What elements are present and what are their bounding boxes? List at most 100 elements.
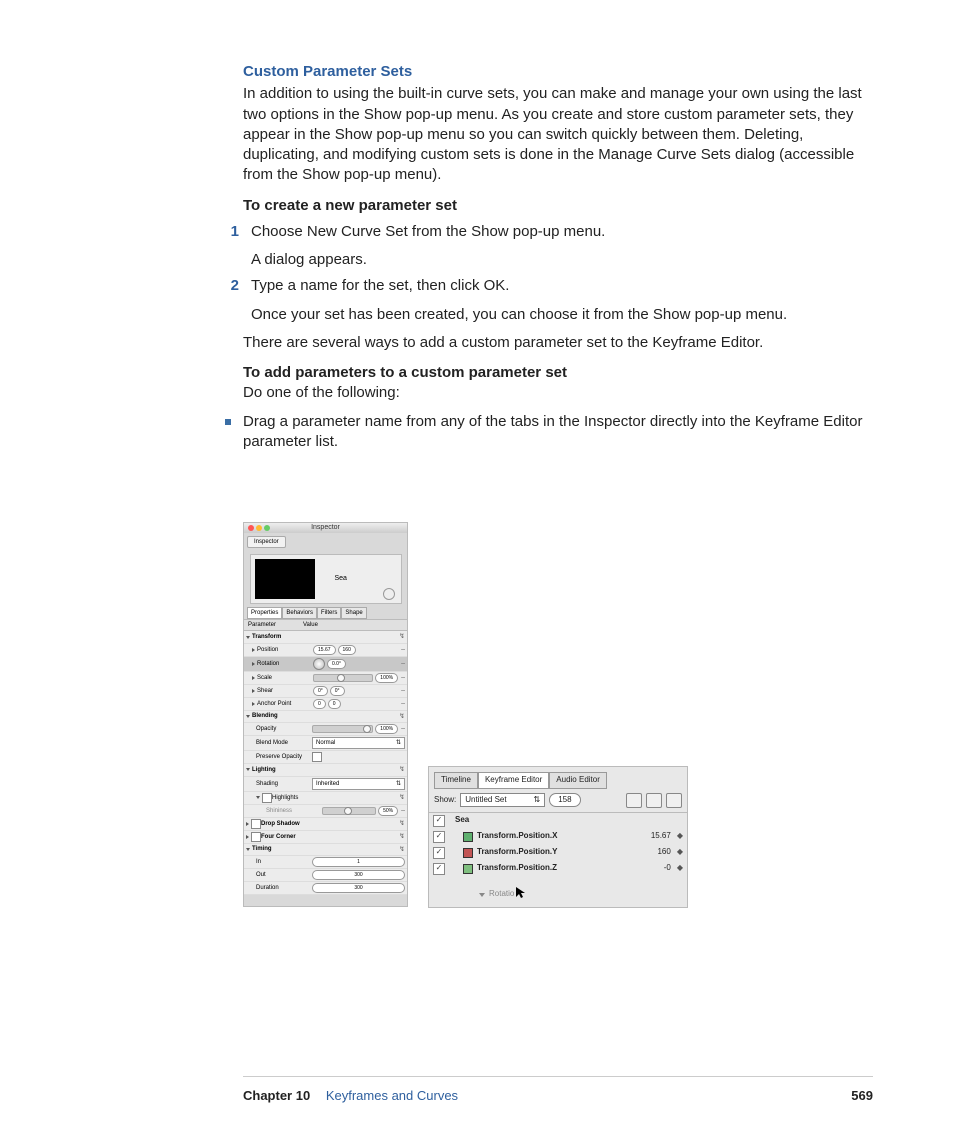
disclosure-icon[interactable] — [252, 689, 255, 693]
param-duration[interactable]: Duration — [256, 884, 312, 892]
layer-name: Sea — [335, 574, 347, 583]
curve-tool-button[interactable] — [646, 793, 662, 808]
step-1-result: A dialog appears. — [251, 250, 868, 270]
disclosure-icon[interactable] — [252, 648, 255, 652]
shininess-slider[interactable] — [322, 807, 376, 815]
drop-shadow-checkbox[interactable] — [251, 819, 261, 829]
rotation-field[interactable]: 0.0° — [327, 659, 346, 669]
keyframe-diamond-icon[interactable]: ◆ — [677, 831, 683, 842]
anchor-x-field[interactable]: 0 — [313, 699, 326, 709]
layer-group[interactable]: Sea — [455, 815, 683, 826]
opacity-field[interactable]: 100% — [375, 724, 398, 734]
param-row-label[interactable]: Transform.Position.X — [477, 831, 631, 842]
color-swatch-icon — [463, 864, 473, 874]
show-label: Show: — [434, 795, 456, 806]
color-swatch-icon — [463, 832, 473, 842]
param-row-label[interactable]: Transform.Position.Z — [477, 863, 631, 874]
disclosure-icon[interactable] — [246, 636, 250, 639]
add-params-sub: Do one of the following: — [243, 383, 868, 403]
group-drop-shadow: Drop Shadow — [261, 820, 311, 828]
disclosure-icon[interactable] — [252, 702, 255, 706]
disclosure-icon[interactable] — [252, 662, 255, 666]
step-1-text: Choose New Curve Set from the Show pop-u… — [251, 222, 868, 242]
inspector-preview: Sea — [250, 554, 402, 604]
keyframe-diamond-icon[interactable]: ◆ — [677, 847, 683, 858]
shear-y-field[interactable]: 0° — [330, 686, 345, 696]
highlights-checkbox[interactable] — [262, 793, 272, 803]
visibility-checkbox[interactable]: ✓ — [433, 831, 445, 843]
tab-properties[interactable]: Properties — [247, 607, 282, 619]
visibility-checkbox[interactable]: ✓ — [433, 863, 445, 875]
group-transform: Transform — [252, 633, 308, 641]
param-shading[interactable]: Shading — [256, 780, 312, 788]
shininess-field[interactable]: 50% — [378, 806, 398, 816]
param-position[interactable]: Position — [257, 646, 313, 654]
curve-set-select[interactable]: Untitled Set⇅ — [460, 793, 545, 807]
position-x-field[interactable]: 15.67 — [313, 645, 336, 655]
anchor-y-field[interactable]: 0 — [328, 699, 341, 709]
param-in[interactable]: In — [256, 858, 312, 866]
param-row-value[interactable]: 160 — [631, 847, 671, 858]
preserve-opacity-checkbox[interactable] — [312, 752, 322, 762]
in-field[interactable]: 1 — [312, 857, 405, 867]
disclosure-icon[interactable] — [256, 796, 260, 799]
chapter-number: Chapter 10 — [243, 1088, 310, 1103]
tab-shape[interactable]: Shape — [341, 607, 366, 619]
group-timing: Timing — [252, 845, 308, 853]
tab-filters[interactable]: Filters — [317, 607, 341, 619]
disclosure-icon[interactable] — [246, 822, 249, 826]
snapshot-button[interactable] — [666, 793, 682, 808]
param-out[interactable]: Out — [256, 871, 312, 879]
scale-field[interactable]: 100% — [375, 673, 398, 683]
section-heading: Custom Parameter Sets — [243, 62, 868, 82]
disclosure-icon[interactable] — [246, 715, 250, 718]
preview-thumbnail — [255, 559, 315, 599]
param-blend-mode[interactable]: Blend Mode — [256, 739, 312, 747]
add-keyframe-button[interactable] — [626, 793, 642, 808]
col-parameter: Parameter — [248, 621, 303, 629]
scale-slider[interactable] — [313, 674, 373, 682]
param-row-label[interactable]: Transform.Position.Y — [477, 847, 631, 858]
blend-mode-select[interactable]: Normal⇅ — [312, 737, 405, 749]
visibility-checkbox[interactable]: ✓ — [433, 847, 445, 859]
shear-x-field[interactable]: 0° — [313, 686, 328, 696]
param-rotation[interactable]: Rotation — [257, 660, 313, 668]
disclosure-icon[interactable] — [246, 848, 250, 851]
position-y-field[interactable]: 160 — [338, 645, 356, 655]
rotation-dial[interactable] — [313, 658, 325, 670]
out-field[interactable]: 300 — [312, 870, 405, 880]
page-number: 569 — [851, 1087, 873, 1105]
cursor-icon — [516, 887, 526, 903]
tab-keyframe-editor[interactable]: Keyframe Editor — [478, 772, 549, 789]
param-preserve-opacity[interactable]: Preserve Opacity — [256, 753, 312, 761]
shading-select[interactable]: Inherited⇅ — [312, 778, 405, 790]
opacity-slider[interactable] — [312, 725, 373, 733]
group-four-corner: Four Corner — [261, 833, 311, 841]
disclosure-icon[interactable] — [252, 676, 255, 680]
four-corner-checkbox[interactable] — [251, 832, 261, 842]
param-scale[interactable]: Scale — [257, 674, 313, 682]
disclosure-icon[interactable] — [246, 835, 249, 839]
inspector-tab[interactable]: Inspector — [247, 536, 286, 548]
param-shear[interactable]: Shear — [257, 687, 313, 695]
param-row-value[interactable]: 15.67 — [631, 831, 671, 842]
duration-field[interactable]: 300 — [312, 883, 405, 893]
visibility-checkbox[interactable]: ✓ — [433, 815, 445, 827]
drag-ghost: Rotatio — [479, 887, 687, 903]
frame-field[interactable]: 158 — [549, 793, 580, 807]
step-number-1: 1 — [223, 222, 251, 242]
param-row-value[interactable]: -0 — [631, 863, 671, 874]
disclosure-icon[interactable] — [246, 768, 250, 771]
play-icon[interactable] — [383, 588, 395, 600]
tab-behaviors[interactable]: Behaviors — [282, 607, 317, 619]
param-anchor-point[interactable]: Anchor Point — [257, 700, 313, 708]
param-highlights[interactable]: Highlights — [272, 794, 318, 802]
tab-audio-editor[interactable]: Audio Editor — [549, 772, 607, 789]
tab-timeline[interactable]: Timeline — [434, 772, 478, 789]
keyframe-diamond-icon[interactable]: ◆ — [677, 863, 683, 874]
param-opacity[interactable]: Opacity — [256, 725, 312, 733]
chapter-title: Keyframes and Curves — [326, 1088, 458, 1103]
param-shininess[interactable]: Shininess — [266, 807, 322, 815]
disclosure-icon — [479, 893, 485, 897]
inspector-titlebar: Inspector — [244, 523, 407, 533]
